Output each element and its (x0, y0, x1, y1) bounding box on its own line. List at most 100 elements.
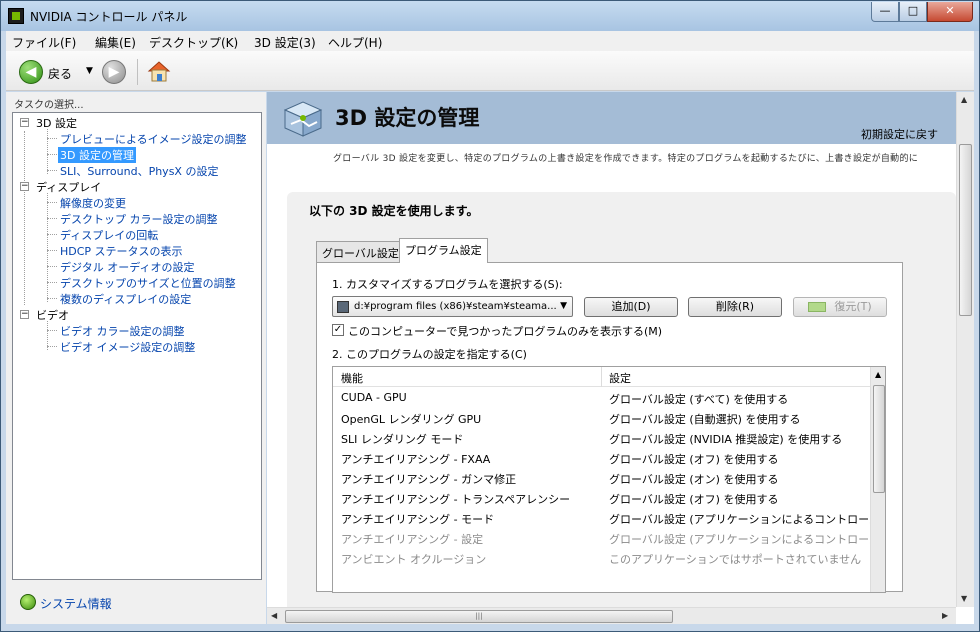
sidebar-header: タスクの選択... (14, 100, 84, 111)
tree-item-digital-audio[interactable]: デジタル オーディオの設定 (60, 259, 195, 275)
page-title: 3D 設定の管理 (335, 106, 480, 130)
tree-item-desktop-size-position[interactable]: デスクトップのサイズと位置の調整 (60, 275, 236, 291)
system-info-label[interactable]: システム情報 (40, 595, 112, 612)
tree-item-manage-3d-settings[interactable]: 3D 設定の管理 (58, 147, 136, 163)
setting-cell[interactable]: グローバル設定 (オフ) を使用する (609, 451, 778, 467)
tree-connector (24, 131, 25, 305)
setting-cell[interactable]: グローバル設定 (すべて) を使用する (609, 391, 788, 407)
feature-cell: アンチエイリアシング - トランスペアレンシー (341, 493, 571, 506)
restore-button-label: 復元(T) (834, 300, 872, 313)
table-row[interactable]: アンビエント オクルージョン このアプリケーションではサポートされていません (333, 548, 870, 568)
scroll-down-arrow-icon[interactable]: ▼ (961, 594, 967, 603)
tree-item-video-color[interactable]: ビデオ カラー設定の調整 (60, 323, 185, 339)
add-button[interactable]: 追加(D) (584, 297, 678, 317)
close-button[interactable]: ✕ (927, 2, 973, 22)
maximize-button[interactable]: □ (899, 2, 927, 22)
tree-category-display[interactable]: ディスプレイ (36, 179, 101, 195)
task-tree: − 3D 設定 プレビューによるイメージ設定の調整 3D 設定の管理 SLI、S… (12, 112, 262, 580)
main-vertical-scrollbar[interactable]: ▲ ▼ (956, 92, 974, 607)
column-header-feature[interactable]: 機能 (341, 370, 363, 386)
system-info-icon (20, 594, 36, 610)
tree-connector (47, 129, 48, 174)
feature-cell: CUDA - GPU (341, 391, 407, 404)
program-select-value: d:¥program files (x86)¥steam¥steama... (354, 301, 557, 312)
settings-heading: 以下の 3D 設定を使用します。 (309, 204, 479, 218)
tree-connector (47, 193, 48, 302)
tree-item-rotate-display[interactable]: ディスプレイの回転 (60, 227, 158, 243)
scroll-up-arrow-icon[interactable]: ▲ (875, 370, 881, 379)
table-row[interactable]: OpenGL レンダリング GPU グローバル設定 (自動選択) を使用する (333, 408, 870, 428)
tree-item-multiple-displays[interactable]: 複数のディスプレイの設定 (60, 291, 191, 307)
home-icon[interactable] (147, 59, 171, 83)
menu-bar: ファイル(F) 編集(E) デスクトップ(K) 3D 設定(3) ヘルプ(H) (6, 31, 974, 51)
grid-scrollbar[interactable]: ▲ (870, 367, 885, 592)
table-row[interactable]: CUDA - GPU グローバル設定 (すべて) を使用する (333, 388, 870, 408)
title-bar[interactable]: NVIDIA コントロール パネル — □ ✕ (1, 1, 979, 31)
table-row[interactable]: SLI レンダリング モード グローバル設定 (NVIDIA 推奨設定) を使用… (333, 428, 870, 448)
tab-global-settings[interactable]: グローバル設定 (316, 241, 405, 262)
collapse-video-icon[interactable]: − (20, 310, 29, 319)
show-found-programs-label[interactable]: このコンピューターで見つかったプログラムのみを表示する(M) (348, 323, 662, 339)
setting-cell[interactable]: グローバル設定 (オン) を使用する (609, 471, 778, 487)
main-horizontal-scroll-thumb[interactable]: ||| (285, 610, 673, 623)
remove-button[interactable]: 削除(R) (688, 297, 782, 317)
nvidia-control-panel-window: NVIDIA コントロール パネル — □ ✕ ファイル(F) 編集(E) デス… (0, 0, 980, 632)
history-dropdown-icon[interactable]: ▼ (86, 66, 93, 76)
tab-program-settings[interactable]: プログラム設定 (399, 238, 488, 263)
tree-item-desktop-color[interactable]: デスクトップ カラー設定の調整 (60, 211, 218, 227)
setting-cell: このアプリケーションではサポートされていません (609, 553, 862, 566)
menu-desktop[interactable]: デスクトップ(K) (149, 34, 238, 51)
restore-button[interactable]: 復元(T) (793, 297, 887, 317)
window-title: NVIDIA コントロール パネル (30, 10, 188, 24)
show-found-programs-checkbox[interactable]: ✓ (332, 324, 344, 336)
feature-cell: SLI レンダリング モード (341, 433, 464, 446)
back-arrow-icon[interactable]: ◀ (19, 60, 43, 84)
back-button-label[interactable]: 戻る (48, 65, 72, 82)
table-row[interactable]: アンチエイリアシング - 設定 グローバル設定 (アプリケーションによるコントロ… (333, 528, 885, 548)
table-row[interactable]: アンチエイリアシング - モード グローバル設定 (アプリケーションによるコント… (333, 508, 885, 528)
3d-cube-icon (283, 101, 323, 137)
page-description: グローバル 3D 設定を変更し、特定のプログラムの上書き設定を作成できます。特定… (333, 154, 919, 164)
setting-cell[interactable]: グローバル設定 (アプリケーションによるコントロール) ... (609, 511, 885, 527)
minimize-button[interactable]: — (871, 2, 899, 22)
grid-scroll-thumb[interactable] (873, 385, 885, 493)
table-row[interactable]: アンチエイリアシング - FXAA グローバル設定 (オフ) を使用する (333, 448, 870, 468)
tree-item-sli-surround-physx[interactable]: SLI、Surround、PhysX の設定 (60, 163, 218, 179)
tree-item-change-resolution[interactable]: 解像度の変更 (60, 195, 126, 211)
menu-help[interactable]: ヘルプ(H) (328, 34, 382, 51)
main-vertical-scroll-thumb[interactable] (959, 144, 972, 316)
collapse-3d-settings-icon[interactable]: − (20, 118, 29, 127)
tree-item-preview-image-settings[interactable]: プレビューによるイメージ設定の調整 (60, 131, 246, 147)
column-header-setting[interactable]: 設定 (609, 370, 631, 386)
forward-arrow-icon[interactable]: ▶ (102, 60, 126, 84)
program-icon (337, 301, 349, 313)
main-horizontal-scrollbar[interactable]: ◀ ||| ▶ (267, 607, 956, 624)
menu-3d-settings[interactable]: 3D 設定(3) (254, 34, 316, 51)
scroll-left-arrow-icon[interactable]: ◀ (271, 611, 277, 620)
tree-item-video-image[interactable]: ビデオ イメージ設定の調整 (60, 339, 195, 355)
step2-label: 2. このプログラムの設定を指定する(C) (332, 348, 527, 361)
feature-cell: アンチエイリアシング - FXAA (341, 453, 491, 466)
page-banner: 3D 設定の管理 初期設定に戻す (267, 92, 957, 144)
collapse-display-icon[interactable]: − (20, 182, 29, 191)
setting-cell[interactable]: グローバル設定 (自動選択) を使用する (609, 411, 800, 427)
tree-category-3d-settings[interactable]: 3D 設定 (36, 115, 77, 131)
tree-item-hdcp-status[interactable]: HDCP ステータスの表示 (60, 243, 183, 259)
restore-defaults-link[interactable]: 初期設定に戻す (861, 126, 938, 142)
restore-icon (808, 302, 827, 312)
menu-file[interactable]: ファイル(F) (12, 34, 76, 51)
program-select-dropdown[interactable]: d:¥program files (x86)¥steam¥steama... ▼ (332, 296, 573, 317)
feature-cell: アンビエント オクルージョン (341, 553, 487, 566)
menu-edit[interactable]: 編集(E) (95, 34, 136, 51)
table-row[interactable]: アンチエイリアシング - ガンマ修正 グローバル設定 (オン) を使用する (333, 468, 870, 488)
setting-cell[interactable]: グローバル設定 (オフ) を使用する (609, 491, 778, 507)
feature-cell: アンチエイリアシング - 設定 (341, 533, 484, 546)
scroll-up-arrow-icon[interactable]: ▲ (961, 95, 967, 104)
settings-panel: 以下の 3D 設定を使用します。 グローバル設定 プログラム設定 1. カスタマ… (287, 192, 956, 612)
setting-cell[interactable]: グローバル設定 (アプリケーションによるコントロール) ... (609, 531, 885, 547)
table-row[interactable]: アンチエイリアシング - トランスペアレンシー グローバル設定 (オフ) を使用… (333, 488, 870, 508)
tree-category-video[interactable]: ビデオ (36, 307, 69, 323)
scroll-right-arrow-icon[interactable]: ▶ (942, 611, 948, 620)
setting-cell[interactable]: グローバル設定 (NVIDIA 推奨設定) を使用する (609, 431, 842, 447)
main-content: 3D 設定の管理 初期設定に戻す グローバル 3D 設定を変更し、特定のプログラ… (267, 92, 974, 624)
